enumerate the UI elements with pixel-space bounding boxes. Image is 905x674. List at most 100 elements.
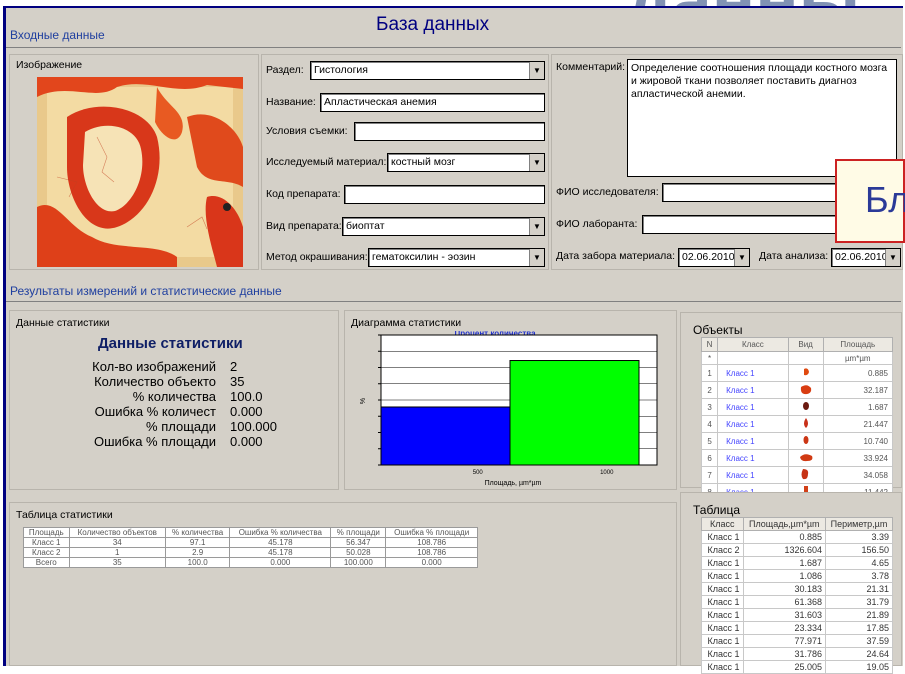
image-panel: Изображение: [9, 54, 259, 270]
table-row[interactable]: Класс 1 31.603 21.89: [701, 608, 893, 622]
table-row[interactable]: Класс 1 0.885 3.39: [701, 530, 893, 544]
divider: [6, 301, 901, 302]
table-cell: 30.183: [742, 582, 827, 596]
histology-image[interactable]: [37, 77, 243, 267]
stat-table-cell: 50.028: [330, 547, 387, 558]
table-cell: 0.885: [742, 530, 827, 544]
table-header[interactable]: Площадь,µm*µm: [742, 517, 827, 531]
stat-table-header[interactable]: Количество объектов: [68, 527, 166, 538]
table-cell: 77.971: [742, 634, 827, 648]
objects-header[interactable]: Вид: [787, 337, 824, 352]
stat-table-header[interactable]: % площади: [330, 527, 387, 538]
table-cell: 21.89: [825, 608, 893, 622]
percent-count-chart: Процент количества%Площадь, µm*µm5001000: [360, 331, 658, 487]
table-cell: Класс 2: [701, 543, 744, 557]
stats-value: 100.000: [230, 419, 277, 434]
stat-table-cell: 45.178: [229, 537, 332, 548]
list-item[interactable]: 3 Класс 1 1.687: [700, 398, 894, 417]
objects-header[interactable]: Класс: [717, 337, 789, 352]
stat-table-cell: 100.0: [164, 557, 231, 568]
table-header[interactable]: Периметр,µm: [825, 517, 893, 531]
table-row[interactable]: Класс 1 34 97.1 45.178 56.347 108.786: [23, 537, 478, 548]
conditions-field[interactable]: [354, 122, 545, 141]
chevron-down-icon[interactable]: ▼: [734, 249, 749, 266]
list-item[interactable]: 1 Класс 1 0.885: [700, 364, 894, 383]
chart-bar: [509, 360, 640, 466]
table-header[interactable]: Класс: [701, 517, 744, 531]
staining-select[interactable]: гематоксилин - эозин ▼: [368, 248, 545, 267]
table-row[interactable]: Класс 1 77.971 37.59: [701, 634, 893, 648]
objects-header[interactable]: Площадь: [822, 337, 894, 352]
name-field[interactable]: Апластическая анемия: [320, 93, 545, 112]
object-area: 0.885: [822, 364, 894, 383]
objects-subheader: [787, 350, 824, 366]
table-cell: Класс 1: [701, 595, 744, 609]
table-row[interactable]: Класс 1 30.183 21.31: [701, 582, 893, 596]
table-row[interactable]: Класс 1 25.005 19.05: [701, 660, 893, 674]
table-cell: 19.05: [825, 660, 893, 674]
table-row[interactable]: Класс 2 1326.604 156.50: [701, 543, 893, 557]
sample-date-picker[interactable]: 02.06.2010 ▼: [678, 248, 750, 267]
object-number: 3: [700, 398, 719, 417]
staining-label: Метод окрашивания:: [266, 251, 368, 263]
objects-subheader: [717, 350, 789, 366]
list-item[interactable]: 2 Класс 1 32.187: [700, 381, 894, 400]
material-value: костный мозг: [391, 156, 456, 168]
object-thumbnail: [787, 364, 824, 383]
list-item[interactable]: 5 Класс 1 10.740: [700, 432, 894, 451]
chevron-down-icon[interactable]: ▼: [529, 154, 544, 171]
table-row[interactable]: Класс 1 31.786 24.64: [701, 647, 893, 661]
object-thumbnail: [787, 449, 824, 468]
stats-value: 2: [230, 359, 238, 374]
object-class: Класс 1: [717, 432, 789, 451]
stats-key: % количества: [132, 389, 216, 404]
chevron-down-icon[interactable]: ▼: [529, 62, 544, 79]
table-row[interactable]: Класс 1 61.368 31.79: [701, 595, 893, 609]
overlay-box: Бл: [835, 159, 905, 243]
table-row[interactable]: Класс 1 23.334 17.85: [701, 621, 893, 635]
stat-table-header[interactable]: Ошибка % площади: [385, 527, 478, 538]
stats-value: 35: [230, 374, 245, 389]
stats-summary: Кол-во изображений 2 Количество объекто 35%…: [40, 359, 300, 449]
stats-key: Ошибка % площади: [93, 434, 216, 449]
objects-header[interactable]: N: [700, 337, 719, 352]
chevron-down-icon[interactable]: ▼: [885, 249, 900, 266]
measurements-table[interactable]: Класс Площадь,µm*µm Периметр,µm Класс 1 0.88…: [701, 517, 893, 674]
table-cell: 31.79: [825, 595, 893, 609]
stat-table[interactable]: Площадь Количество объектов% количества Ош…: [23, 527, 478, 568]
chevron-down-icon[interactable]: ▼: [529, 249, 544, 266]
conditions-label: Условия съемки:: [266, 125, 348, 137]
table-cell: 1.687: [742, 556, 827, 570]
table-row[interactable]: Всего 35 100.0 0.000 100.000 0.000: [23, 557, 478, 568]
table-cell: Класс 1: [701, 530, 744, 544]
table-cell: 17.85: [825, 621, 893, 635]
stat-table-header[interactable]: Ошибка % количества: [229, 527, 332, 538]
stat-table-header[interactable]: % количества: [164, 527, 231, 538]
stat-table-cell: 45.178: [229, 547, 332, 558]
code-field[interactable]: [344, 185, 545, 204]
table-cell: Класс 1: [701, 660, 744, 674]
table-row[interactable]: Класс 2 1 2.9 45.178 50.028 108.786: [23, 547, 478, 558]
list-item[interactable]: 7 Класс 1 34.058: [700, 466, 894, 485]
stat-table-cell: Всего: [23, 557, 70, 568]
section-value: Гистология: [314, 64, 368, 76]
prep-type-select[interactable]: биоптат ▼: [342, 217, 545, 236]
chevron-down-icon[interactable]: ▼: [529, 218, 544, 235]
divider: [6, 47, 901, 48]
objects-units: µm*µm: [822, 350, 894, 366]
table-row[interactable]: Класс 1 1.687 4.65: [701, 556, 893, 570]
list-item[interactable]: 6 Класс 1 33.924: [700, 449, 894, 468]
stat-table-cell: 108.786: [385, 537, 478, 548]
table-row[interactable]: Класс 1 1.086 3.78: [701, 569, 893, 583]
input-section-label: Входные данные: [10, 28, 105, 42]
stat-table-cell: Класс 2: [23, 547, 70, 558]
object-number: 2: [700, 381, 719, 400]
objects-table[interactable]: N Класс Вид Площадь * µm*µm 1 Класс 1 0.885 2 Клас…: [700, 337, 894, 519]
table-cell: Класс 1: [701, 634, 744, 648]
list-item[interactable]: 4 Класс 1 21.447: [700, 415, 894, 434]
section-select[interactable]: Гистология ▼: [310, 61, 545, 80]
table-label: Таблица: [693, 503, 741, 517]
stat-table-header[interactable]: Площадь: [23, 527, 70, 538]
material-select[interactable]: костный мозг ▼: [387, 153, 545, 172]
analysis-date-picker[interactable]: 02.06.2010 ▼: [831, 248, 901, 267]
